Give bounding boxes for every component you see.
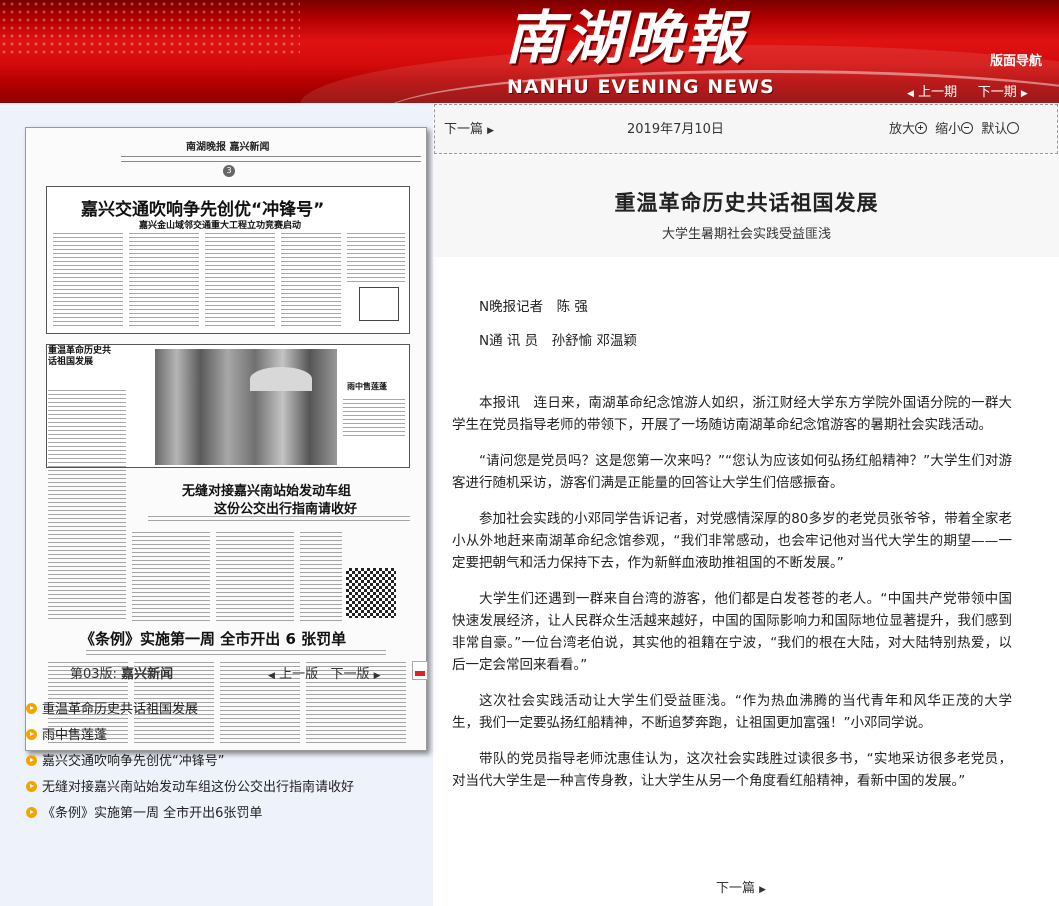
pdf-download-icon[interactable]: [412, 661, 428, 680]
thumb-text-column: [300, 532, 342, 624]
issue-date: 2019年7月10日: [627, 122, 724, 137]
article-toolbar: 下一篇 ▶ 2019年7月10日 放大 缩小 默认: [434, 104, 1058, 154]
thumb-text-column: [343, 399, 405, 439]
thumb-text-column: [132, 532, 210, 624]
thumb-photo-caption: 雨中售莲蓬: [347, 382, 387, 391]
thumb-qr-code: [346, 568, 396, 618]
dot-pattern: [0, 0, 300, 56]
bottom-next-label[interactable]: 下一篇: [716, 881, 755, 896]
triangle-right-icon: ▶: [759, 885, 767, 895]
zoom-out-label[interactable]: 缩小: [935, 122, 961, 137]
newspaper-logo-english: NANHU EVENING NEWS: [507, 76, 775, 98]
thumb-ad-logo: [359, 287, 399, 321]
issue-navigation: ◀ 上一期 下一期 ▶: [907, 81, 1028, 100]
triangle-right-icon: ▶: [1020, 89, 1028, 99]
article-paragraph: 大学生们还遇到一群来自台湾的游客，他们都是白发苍苍的老人。“中国共产党带领中国快…: [452, 591, 1012, 673]
article-list-item[interactable]: 嘉兴交通吹响争先创优“冲锋号”: [26, 751, 354, 777]
article-list-item[interactable]: 无缝对接嘉兴南站始发动车组这份公交出行指南请收好: [26, 777, 354, 803]
article-list-link[interactable]: 雨中售莲蓬: [42, 728, 107, 743]
zoom-default-button[interactable]: 默认: [981, 122, 1023, 137]
thumb-subheadline: 嘉兴金山域邻交通重大工程立功竞赛启动: [139, 221, 302, 231]
thumb-text-strip: [148, 516, 410, 522]
arrow-bullet-icon: [26, 703, 37, 714]
article-list: 重温革命历史共话祖国发展 雨中售莲蓬 嘉兴交通吹响争先创优“冲锋号” 无缝对接嘉…: [26, 699, 354, 829]
page-number-label: 第03版:: [70, 667, 117, 682]
thumb-photo-lotus: [155, 349, 337, 465]
thumbnail-date-line: [121, 156, 421, 162]
next-issue-link[interactable]: 下一期: [978, 85, 1017, 100]
article-paragraph: “请问您是党员吗？这是您第一次来吗？”“您认为应该如何弘扬红船精神？”大学生们对…: [452, 453, 1012, 491]
article-header: 重温革命历史共话祖国发展 大学生暑期社会实践受益匪浅: [434, 155, 1059, 257]
zoom-controls: 放大 缩小 默认: [889, 118, 1023, 137]
triangle-right-icon: ▶: [487, 126, 495, 136]
thumb-side-headline[interactable]: 重温革命历史共话祖国发展: [48, 346, 118, 368]
thumb-headline-regulation[interactable]: 《条例》实施第一周 全市开出 6 张罚单: [80, 628, 346, 649]
article-subtitle: 大学生暑期社会实践受益匪浅: [661, 227, 831, 242]
umbrella-shape: [250, 367, 312, 391]
thumb-text-column: [53, 233, 123, 329]
byline-reporter: N晚报记者 陈 强: [479, 299, 588, 315]
triangle-left-icon: ◀: [268, 671, 275, 681]
newspaper-page-thumbnail[interactable]: 南湖晚报 嘉兴新闻 3 嘉兴交通吹响争先创优“冲锋号” 嘉兴金山域邻交通重大工程…: [25, 127, 427, 751]
next-article-link[interactable]: 下一篇 ▶: [444, 118, 494, 137]
article-paragraph: 这次社会实践活动让大学生们受益匪浅。“作为热血沸腾的当代青年和风华正茂的大学生，…: [452, 693, 1012, 731]
zoom-in-icon[interactable]: [915, 122, 928, 134]
thumb-headline: 嘉兴交通吹响争先创优“冲锋号”: [81, 200, 325, 220]
byline-correspondent: N通 讯 员 孙舒愉 邓温颖: [479, 333, 637, 349]
triangle-left-icon: ◀: [907, 89, 914, 99]
thumb-text-column: [48, 542, 126, 622]
article-list-item[interactable]: 《条例》实施第一周 全市开出6张罚单: [26, 803, 354, 829]
thumb-text-column: [347, 233, 405, 283]
article-paragraph: 带队的党员指导老师沈惠佳认为，这次社会实践胜过读很多书，“实地采访很多老党员，对…: [452, 751, 1012, 789]
page-prev-next: ◀ 上一版 下一版 ▶: [268, 663, 381, 682]
arrow-bullet-icon: [26, 755, 37, 766]
newspaper-logo[interactable]: 南湖晚報: [505, 2, 745, 74]
article-body: N晚报记者 陈 强 N通 讯 员 孙舒愉 邓温颖 本报讯 连日来，南湖革命纪念馆…: [452, 296, 1012, 806]
arrow-bullet-icon: [26, 807, 37, 818]
article-list-link[interactable]: 重温革命历史共话祖国发展: [42, 702, 198, 717]
thumb-headline-bus-2: 这份公交出行指南请收好: [214, 502, 358, 517]
thumb-text-strip: [86, 650, 386, 656]
prev-page-link[interactable]: 上一版: [279, 667, 318, 682]
article-list-item[interactable]: 雨中售莲蓬: [26, 725, 354, 751]
zoom-out-icon[interactable]: [961, 122, 974, 134]
thumb-text-column: [129, 233, 199, 329]
arrow-bullet-icon: [26, 729, 37, 740]
masthead-banner: 南湖晚報 NANHU EVENING NEWS 版面导航 ◀ 上一期 下一期 ▶: [0, 0, 1059, 103]
next-page-link[interactable]: 下一版: [330, 667, 369, 682]
zoom-out-button[interactable]: 缩小: [935, 122, 977, 137]
arrow-bullet-icon: [26, 781, 37, 792]
thumbnail-masthead: 南湖晚报 嘉兴新闻: [186, 142, 270, 153]
article-list-link[interactable]: 无缝对接嘉兴南站始发动车组这份公交出行指南请收好: [42, 780, 354, 795]
page-navigation-link[interactable]: 版面导航: [990, 50, 1042, 69]
page-name: 嘉兴新闻: [121, 667, 174, 682]
article-paragraph: 参加社会实践的小邓同学告诉记者，对党感情深厚的80多岁的老党员张爷爷，带着全家老…: [452, 511, 1012, 571]
thumb-text-column: [281, 233, 341, 329]
article-list-item[interactable]: 重温革命历史共话祖国发展: [26, 699, 354, 725]
zoom-in-label[interactable]: 放大: [889, 122, 915, 137]
thumb-text-column: [48, 390, 126, 540]
article-paragraph: 本报讯 连日来，南湖革命纪念馆游人如织，浙江财经大学东方学院外国语分院的一群大学…: [452, 395, 1012, 433]
next-article-label[interactable]: 下一篇: [444, 122, 483, 137]
article-list-link[interactable]: 《条例》实施第一周 全市开出6张罚单: [42, 806, 262, 821]
current-page-label: 第03版: 嘉兴新闻: [70, 663, 173, 682]
article-list-link[interactable]: 嘉兴交通吹响争先创优“冲锋号”: [42, 754, 224, 769]
bottom-next-article-link[interactable]: 下一篇 ▶: [716, 877, 766, 896]
prev-issue-link[interactable]: 上一期: [918, 85, 957, 100]
zoom-default-label[interactable]: 默认: [981, 122, 1007, 137]
thumb-text-column: [216, 532, 294, 624]
triangle-right-icon: ▶: [373, 671, 381, 681]
zoom-in-button[interactable]: 放大: [889, 122, 931, 137]
thumb-article-traffic[interactable]: 嘉兴交通吹响争先创优“冲锋号” 嘉兴金山域邻交通重大工程立功竞赛启动: [46, 186, 410, 334]
zoom-reset-icon[interactable]: [1007, 122, 1020, 134]
thumb-text-column: [205, 233, 275, 329]
left-panel: 南湖晚报 嘉兴新闻 3 嘉兴交通吹响争先创优“冲锋号” 嘉兴金山域邻交通重大工程…: [0, 103, 433, 906]
thumb-headline-bus[interactable]: 无缝对接嘉兴南站始发动车组: [182, 480, 351, 499]
thumbnail-page-number: 3: [223, 165, 235, 177]
article-title: 重温革命历史共话祖国发展: [614, 191, 879, 215]
